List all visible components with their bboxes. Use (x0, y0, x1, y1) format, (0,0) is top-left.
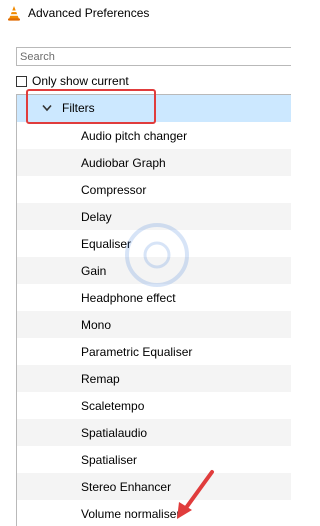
checkbox-box[interactable] (16, 75, 27, 87)
tree-item[interactable]: Stereo Enhancer (17, 473, 291, 500)
tree-item-label: Volume normaliser (81, 506, 181, 521)
watermark-logo-icon (125, 223, 189, 287)
tree-item-label: Remap (81, 371, 120, 386)
tree-item[interactable]: Mono (17, 311, 291, 338)
annotation-arrow-icon (177, 470, 214, 519)
tree-item-label: Stereo Enhancer (81, 479, 172, 494)
tree-item-label: Spatialaudio (81, 425, 148, 440)
tree-item-label: Delay (81, 209, 112, 224)
only-show-current-label: Only show current (32, 74, 129, 88)
tree-item-label: Spatialiser (81, 452, 138, 467)
tree-item[interactable]: Compressor (17, 176, 291, 203)
title-bar: Advanced Preferences (0, 0, 291, 28)
tree-item[interactable]: Parametric Equaliser (17, 338, 291, 365)
tree-item-label: Scaletempo (81, 398, 145, 413)
vlc-cone-icon (8, 6, 20, 21)
tree-item[interactable]: Remap (17, 365, 291, 392)
tree-item-label: Compressor (81, 182, 147, 197)
tree-item-label: Mono (81, 317, 112, 332)
tree-item[interactable]: Audio pitch changer (17, 122, 291, 149)
preferences-tree[interactable]: Filters Audio pitch changer Audiobar Gra… (16, 94, 291, 526)
tree-item-label: Audio pitch changer (81, 128, 188, 143)
tree-item[interactable]: Spatialiser (17, 446, 291, 473)
search-input[interactable] (16, 47, 291, 66)
tree-item-label: Audiobar Graph (81, 155, 166, 170)
tree-item-volume-normaliser[interactable]: Volume normaliser (17, 500, 291, 526)
tree-item-label: Parametric Equaliser (81, 344, 193, 359)
tree-item[interactable]: Spatialaudio (17, 419, 291, 446)
only-show-current-checkbox[interactable]: Only show current (16, 74, 129, 88)
tree-item[interactable]: Scaletempo (17, 392, 291, 419)
tree-item[interactable]: Audiobar Graph (17, 149, 291, 176)
annotation-highlight-box (26, 89, 156, 124)
tree-item-label: Gain (81, 263, 107, 278)
window-title: Advanced Preferences (28, 6, 150, 20)
